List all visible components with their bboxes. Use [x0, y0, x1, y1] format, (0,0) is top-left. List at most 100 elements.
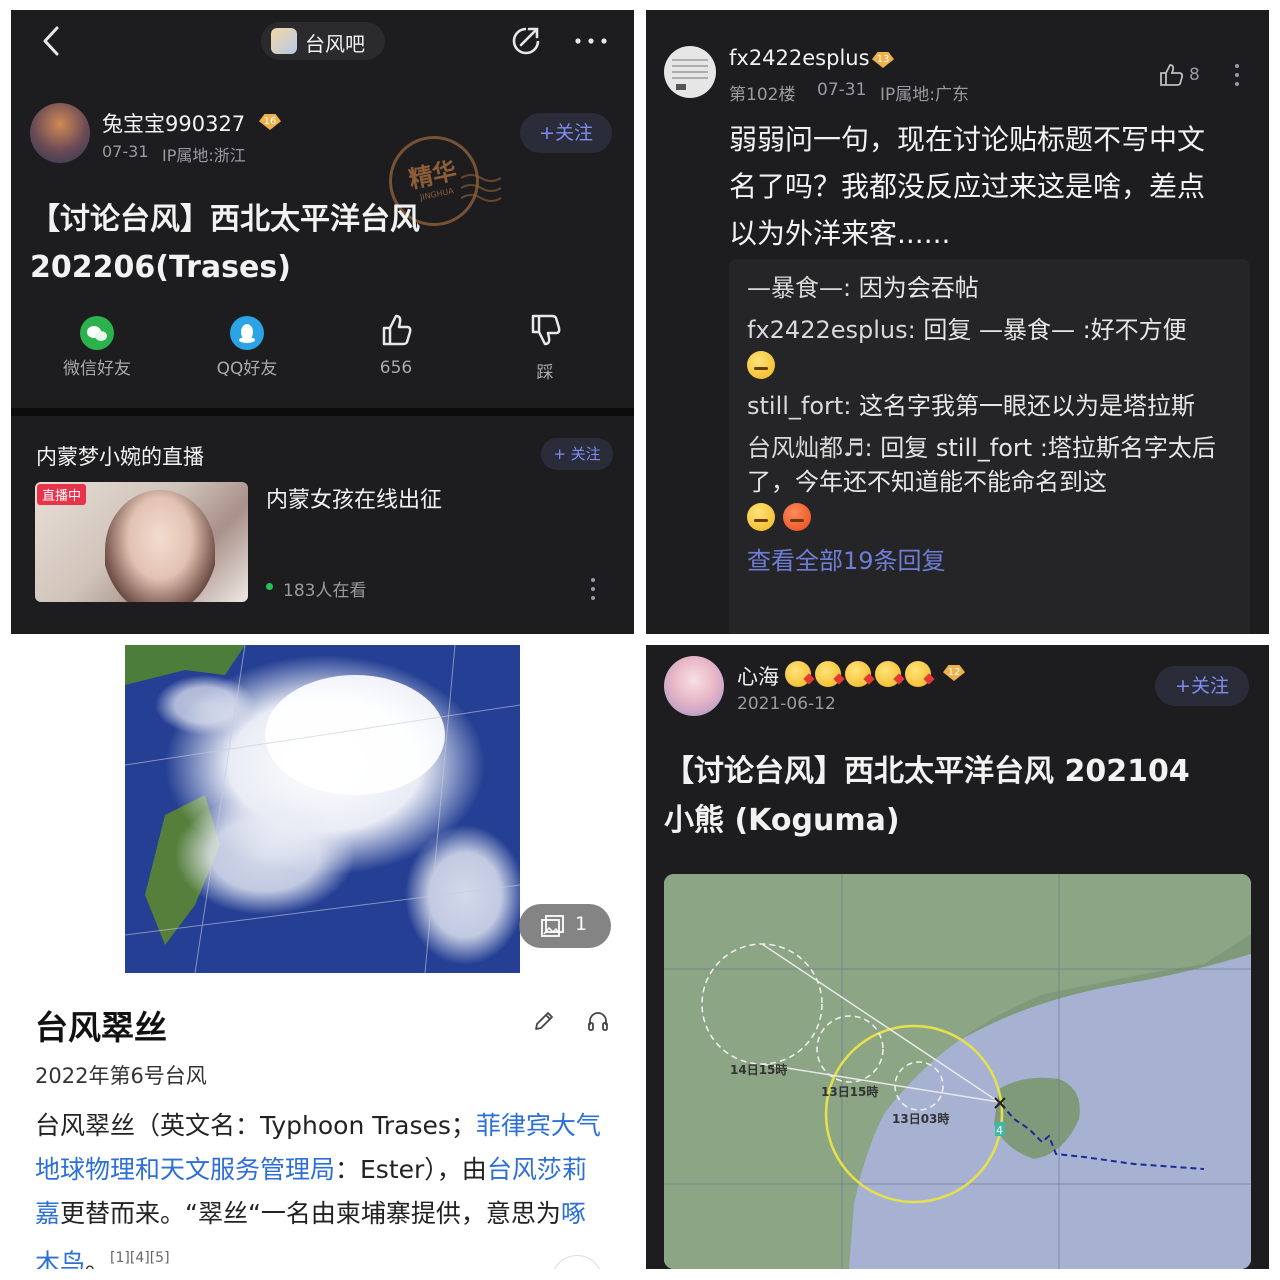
- reply-author[interactable]: —暴食—:: [747, 274, 851, 302]
- kiss-emoji-icon: [785, 661, 811, 687]
- comment-panel: fx2422esplus 13 第102楼 07-31 IP属地:广东 8 弱弱…: [646, 10, 1269, 634]
- map-label-intensity: 4: [996, 1124, 1003, 1137]
- back-icon[interactable]: [39, 24, 63, 58]
- typhoon-track-map[interactable]: 14日15時 13日15時 13日03時 4: [664, 874, 1251, 1269]
- post-title-line1: 【讨论台风】西北太平洋台风: [30, 202, 420, 237]
- stamp-wave-decoration: [461, 174, 502, 202]
- post-title: 【讨论台风】西北太平洋台风 202104 小熊 (Koguma): [664, 747, 1190, 845]
- image-gallery-button[interactable]: 1: [519, 904, 611, 948]
- kiss-emoji-icon: [905, 661, 931, 687]
- reply-text: 回复 —暴食— :好不方便: [923, 316, 1187, 344]
- comment-line-3: 以为外洋来客......: [729, 217, 951, 250]
- reply-item[interactable]: —暴食—: 因为会吞帖: [747, 271, 1232, 305]
- commenter-name[interactable]: fx2422esplus: [729, 46, 870, 70]
- entry-paragraph: 台风翠丝（英文名：Typhoon Trases；菲律宾大气地球物理和天文服务管理…: [35, 1104, 610, 1269]
- live-title[interactable]: 内蒙女孩在线出征: [266, 482, 442, 514]
- reply-item[interactable]: fx2422esplus: 回复 —暴食— :好不方便: [747, 313, 1232, 381]
- angry-emoji-icon: [782, 503, 811, 531]
- author-name[interactable]: 兔宝宝990327: [102, 108, 245, 138]
- forum-logo-icon: [271, 28, 297, 54]
- live-more-icon[interactable]: [589, 576, 597, 604]
- reply-box: —暴食—: 因为会吞帖 fx2422esplus: 回复 —暴食— :好不方便 …: [729, 259, 1250, 634]
- thumb-up-icon[interactable]: [1158, 62, 1186, 88]
- map-label-13d03h: 13日03時: [892, 1111, 949, 1126]
- more-icon[interactable]: [1233, 62, 1241, 88]
- map-label-13d15h: 13日15時: [821, 1084, 878, 1099]
- post-title-line2: 小熊 (Koguma): [664, 803, 900, 838]
- kiss-emoji-icon: [875, 661, 901, 687]
- encyclopedia-panel: 1 台风翠丝 2022年第6号台风 台风翠丝（英文名：Typhoon Trase…: [11, 645, 634, 1269]
- image-count: 1: [575, 913, 588, 935]
- follow-button[interactable]: +关注: [1155, 666, 1249, 706]
- comment-date: 07-31: [817, 80, 867, 100]
- dislike-label: 踩: [536, 363, 554, 383]
- more-icon[interactable]: [574, 36, 608, 46]
- post-panel-koguma: 心海 12 2021-06-12 +关注 【讨论台风】西北太平洋台风 20210…: [646, 645, 1269, 1269]
- live-heading[interactable]: 内蒙梦小婉的直播: [36, 441, 204, 471]
- dislike-button[interactable]: 踩: [485, 310, 605, 383]
- qq-icon: [230, 316, 264, 350]
- avatar[interactable]: [664, 46, 716, 98]
- satellite-image-drawing: [125, 645, 520, 973]
- wechat-icon: [80, 316, 114, 350]
- comment-line-1: 弱弱问一句，现在讨论贴标题不写中文: [729, 123, 1206, 156]
- reply-text: 这名字我第一眼还以为是塔拉斯: [859, 392, 1196, 420]
- reply-text: 因为会吞帖: [858, 274, 979, 302]
- thumb-down-icon: [531, 314, 561, 346]
- live-badge: 直播中: [37, 484, 87, 505]
- post-ip: IP属地:浙江: [162, 146, 246, 165]
- kiss-emoji-group: [785, 661, 935, 687]
- avatar[interactable]: [664, 656, 724, 716]
- post-title-line1: 【讨论台风】西北太平洋台风 202104: [664, 754, 1190, 789]
- kiss-emoji-icon: [845, 661, 871, 687]
- kiss-emoji-icon: [815, 661, 841, 687]
- live-thumbnail-person: [105, 490, 215, 602]
- live-follow-button[interactable]: + 关注: [541, 438, 613, 470]
- live-thumbnail[interactable]: 直播中: [35, 482, 248, 602]
- reply-item[interactable]: 台风灿都♬: 回复 still_fort :塔拉斯名字太后了，今年还不知道能不能…: [747, 431, 1232, 533]
- thumb-up-icon: [382, 314, 412, 346]
- like-count: 656: [379, 358, 413, 378]
- share-qq-label: QQ好友: [216, 359, 278, 379]
- comment-body: 弱弱问一句，现在讨论贴标题不写中文 名了吗？我都没反应过来这是啥，差点 以为外洋…: [729, 116, 1205, 257]
- satellite-image[interactable]: [125, 645, 520, 973]
- para-text: 更替而来。“翠丝“一名由柬埔寨提供，意思为: [60, 1199, 561, 1228]
- comment-ip: IP属地:广东: [880, 85, 969, 105]
- reply-author[interactable]: still_fort:: [747, 392, 851, 420]
- edit-icon[interactable]: [532, 1009, 556, 1033]
- avatar[interactable]: [30, 103, 90, 163]
- gallery-icon: [541, 915, 564, 937]
- share-icon[interactable]: [509, 24, 543, 58]
- like-button[interactable]: 656: [336, 310, 456, 378]
- post-title-line2: 202206(Trases): [30, 250, 291, 285]
- level-badge: 13: [872, 52, 894, 68]
- top-bar: 台风吧: [11, 10, 634, 72]
- level-badge: 12: [943, 665, 965, 681]
- share-qq-button[interactable]: QQ好友: [187, 310, 307, 379]
- share-wechat-label: 微信好友: [63, 359, 131, 379]
- post-title: 【讨论台风】西北太平洋台风 202206(Trases): [30, 196, 420, 292]
- post-date: 07-31: [102, 142, 149, 161]
- reply-author[interactable]: 台风灿都♬:: [747, 434, 873, 462]
- comment-line-2: 名了吗？我都没反应过来这是啥，差点: [729, 170, 1206, 203]
- author-name[interactable]: 心海: [737, 661, 779, 691]
- post-date: 2021-06-12: [737, 694, 836, 714]
- frown-emoji-icon: [747, 351, 775, 379]
- view-all-replies-link[interactable]: 查看全部19条回复: [747, 541, 1232, 576]
- forum-chip[interactable]: 台风吧: [261, 22, 385, 60]
- reference-links[interactable]: [1][4][5]: [110, 1250, 170, 1266]
- follow-button[interactable]: +关注: [520, 113, 612, 153]
- reply-item[interactable]: still_fort: 这名字我第一眼还以为是塔拉斯: [747, 389, 1232, 423]
- entry-title: 台风翠丝: [35, 1008, 167, 1047]
- level-badge: 16: [259, 114, 281, 130]
- live-viewers: 183人在看: [283, 581, 367, 601]
- para-text: 。: [85, 1248, 111, 1269]
- share-wechat-button[interactable]: 微信好友: [37, 310, 157, 379]
- section-divider: [11, 408, 634, 416]
- post-panel-trases: 台风吧 兔宝宝990327 16 07-31 IP属地:浙江 +关注 精华 JI…: [11, 10, 634, 634]
- headphones-icon[interactable]: [586, 1009, 610, 1033]
- smirk-emoji-icon: [747, 503, 775, 531]
- para-text: ：Ester），由: [335, 1155, 487, 1184]
- entry-subtitle: 2022年第6号台风: [35, 1064, 207, 1088]
- reply-author[interactable]: fx2422esplus:: [747, 316, 916, 344]
